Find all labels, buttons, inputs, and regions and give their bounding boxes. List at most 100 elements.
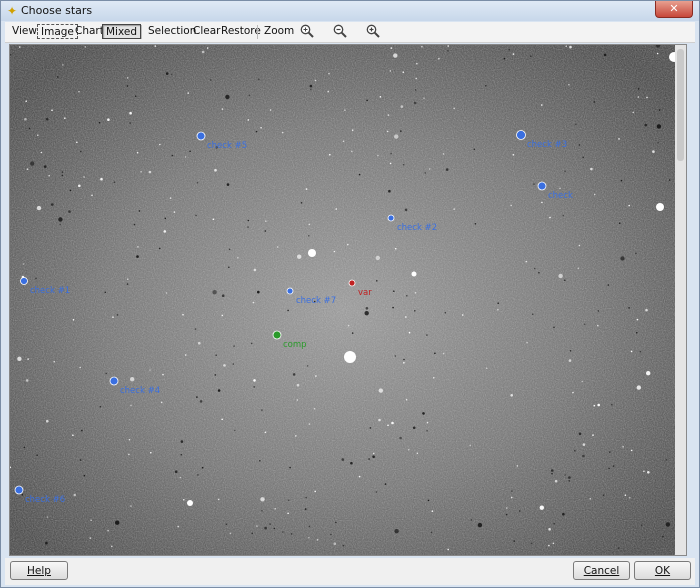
field-star [539, 505, 544, 510]
vertical-scrollbar[interactable] [675, 45, 686, 555]
field-star [51, 109, 53, 112]
field-star [308, 223, 311, 226]
field-star [378, 388, 383, 393]
field-star [134, 95, 137, 97]
field-star [384, 483, 387, 485]
field-star [100, 177, 103, 181]
toolbar: View Image Chart Mixed Selection Clear R… [5, 22, 695, 43]
field-star [433, 377, 435, 379]
star-marker-check[interactable] [537, 181, 547, 191]
field-star [274, 508, 277, 510]
ok-button[interactable]: OK [634, 561, 691, 580]
field-star [386, 130, 389, 133]
field-star [182, 314, 184, 316]
zoom-in-icon[interactable] [365, 23, 381, 39]
field-star [130, 377, 135, 382]
star-marker-check[interactable] [14, 485, 24, 495]
field-star [25, 100, 27, 102]
field-star [287, 512, 289, 515]
field-star [422, 412, 425, 415]
field-star [91, 194, 93, 197]
field-star [276, 246, 279, 248]
field-star [612, 465, 615, 467]
field-star [474, 223, 477, 225]
field-star [428, 168, 431, 170]
field-star [552, 542, 555, 545]
field-star [568, 480, 570, 482]
mixed-toggle[interactable]: Mixed [102, 24, 141, 39]
field-star [622, 446, 624, 448]
field-star [329, 153, 331, 156]
zoom-out-icon[interactable] [332, 23, 348, 39]
field-star [414, 292, 417, 294]
close-button[interactable]: ✕ [655, 1, 693, 18]
field-star [630, 350, 633, 353]
field-star [35, 277, 37, 280]
field-star [98, 121, 101, 124]
field-star [442, 153, 445, 155]
field-star [647, 471, 650, 474]
star-label: check #3 [527, 140, 567, 150]
field-star [69, 189, 72, 192]
field-star [390, 47, 393, 49]
zoom-fit-icon[interactable] [299, 23, 315, 39]
field-star [597, 324, 599, 327]
field-star [632, 111, 634, 114]
field-star [445, 168, 449, 171]
field-star [223, 364, 226, 367]
star-marker-var[interactable] [348, 279, 356, 287]
star-marker-check[interactable] [516, 130, 526, 140]
field-star [662, 535, 664, 538]
field-star [184, 354, 187, 356]
star-marker-check[interactable] [286, 287, 294, 295]
toolbar-divider [141, 25, 142, 39]
field-star [665, 459, 668, 461]
field-star [624, 494, 627, 497]
field-star [19, 46, 21, 48]
field-star [628, 497, 631, 499]
star-marker-check[interactable] [387, 214, 395, 222]
field-star [308, 423, 311, 425]
star-marker-check[interactable] [196, 131, 206, 141]
field-star [78, 90, 80, 93]
field-star [593, 193, 596, 196]
field-star [36, 205, 42, 211]
field-star [165, 292, 168, 294]
star-label: check #2 [397, 223, 437, 233]
field-star [597, 403, 600, 407]
field-star [80, 150, 82, 153]
field-star [247, 226, 249, 228]
field-star [508, 49, 511, 51]
field-star [290, 533, 293, 535]
zoom-label: Zoom [264, 25, 295, 37]
field-star [405, 316, 407, 318]
star-label: check #7 [296, 296, 336, 306]
field-star [26, 168, 29, 170]
field-star [297, 254, 302, 259]
help-button[interactable]: Help [10, 561, 68, 580]
field-star [253, 379, 256, 382]
field-star [201, 466, 204, 469]
view-menu[interactable]: View [9, 24, 40, 39]
star-marker-check[interactable] [20, 277, 28, 285]
field-star [260, 126, 262, 129]
star-marker-check[interactable] [109, 376, 119, 386]
field-star [24, 117, 27, 121]
field-star [174, 470, 178, 474]
field-star [61, 174, 64, 177]
field-star [169, 197, 172, 199]
field-star [228, 248, 231, 251]
star-field-view[interactable]: check #5 check #3 check check #2 check #1 che… [9, 44, 687, 556]
field-star [335, 208, 338, 210]
cancel-button[interactable]: Cancel [573, 561, 630, 580]
field-star [310, 88, 312, 91]
scrollbar-thumb[interactable] [677, 49, 684, 161]
toolbar-divider [257, 25, 258, 39]
field-star [393, 290, 395, 292]
field-star [636, 318, 639, 321]
star-field-image[interactable]: check #5 check #3 check check #2 check #1 che… [10, 45, 679, 555]
star-marker-comp[interactable] [272, 330, 282, 340]
field-star [199, 400, 203, 403]
field-star [512, 154, 515, 156]
field-star [234, 429, 236, 432]
